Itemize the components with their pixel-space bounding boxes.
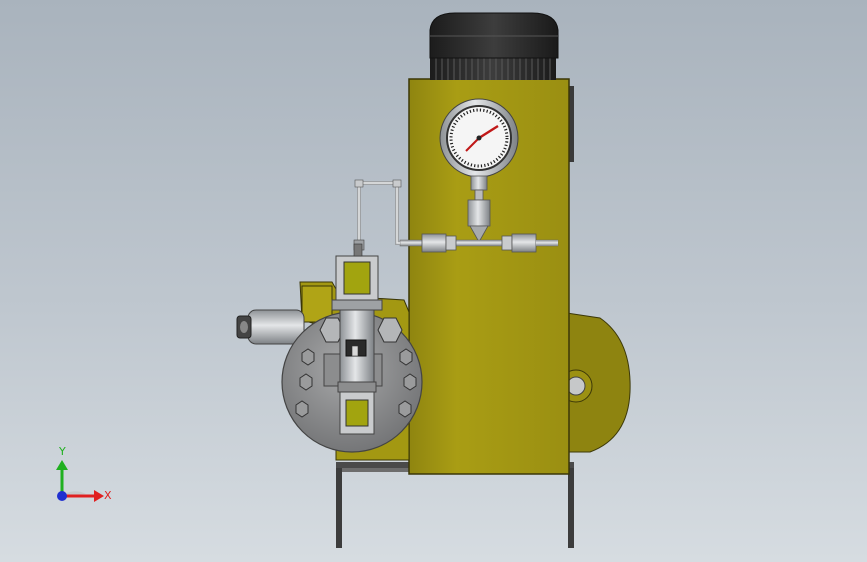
pump-unit-model[interactable]: Y X xyxy=(0,0,867,562)
electric-motor xyxy=(429,12,559,80)
support-frame xyxy=(336,462,574,548)
gear-housing xyxy=(559,311,631,453)
x-axis-label: X xyxy=(104,489,112,502)
inlet-port xyxy=(236,309,305,345)
gauge-fitting xyxy=(467,199,491,227)
z-axis-dot xyxy=(57,491,67,501)
cad-viewport[interactable]: Y X xyxy=(0,0,867,562)
axis-triad: Y X xyxy=(56,445,112,502)
check-valve-assembly xyxy=(331,243,383,435)
y-axis-label: Y xyxy=(58,445,66,458)
